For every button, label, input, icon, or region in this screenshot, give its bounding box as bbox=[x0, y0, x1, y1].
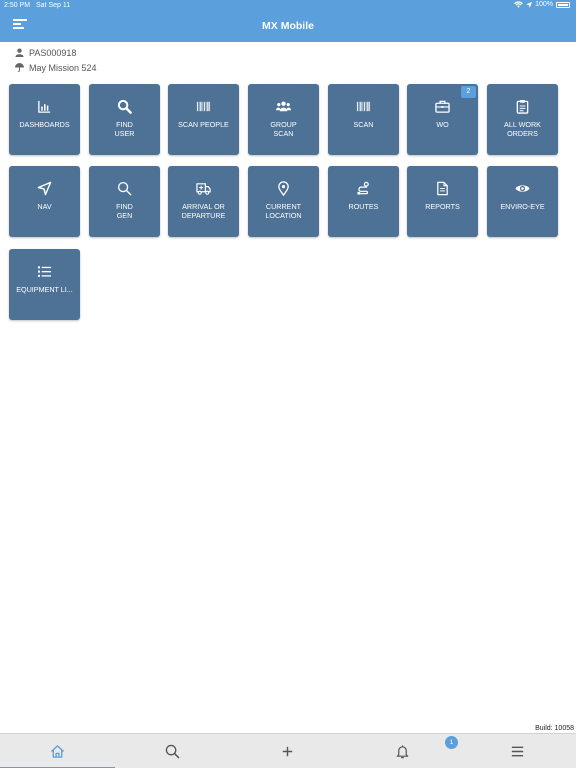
briefcase-icon bbox=[435, 100, 450, 113]
bell-icon bbox=[396, 745, 409, 759]
tile-enviro-eye[interactable]: ENVIRO-EYE bbox=[487, 166, 558, 237]
tab-home[interactable] bbox=[0, 734, 115, 768]
search-icon bbox=[117, 181, 132, 196]
tile-label: ENVIRO-EYE bbox=[500, 202, 545, 211]
user-id: PAS000918 bbox=[29, 47, 77, 58]
tile-find-user[interactable]: FIND USER bbox=[89, 84, 160, 155]
tab-notifications[interactable] bbox=[345, 734, 460, 768]
location-arrow-icon bbox=[526, 1, 533, 8]
tile-group-scan[interactable]: GROUP SCAN bbox=[248, 84, 319, 155]
tile-label: FIND USER bbox=[114, 120, 135, 138]
app-title: MX Mobile bbox=[262, 20, 314, 32]
tile-scan-people[interactable]: SCAN PEOPLE bbox=[168, 84, 239, 155]
status-indicators: 100% bbox=[514, 1, 570, 8]
clipboard-icon bbox=[516, 99, 529, 114]
tile-label: ALL WORK ORDERS bbox=[504, 120, 541, 138]
tile-reports[interactable]: REPORTS bbox=[407, 166, 478, 237]
tile-wo[interactable]: 2 WO bbox=[407, 84, 478, 155]
navigation-arrow-icon bbox=[37, 181, 52, 196]
tile-label: ROUTES bbox=[348, 202, 379, 211]
tile-label: REPORTS bbox=[425, 202, 460, 211]
tile-label: DASHBOARDS bbox=[19, 120, 70, 129]
group-icon bbox=[276, 101, 291, 112]
tile-arrival-or-departure[interactable]: ARRIVAL OR DEPARTURE bbox=[168, 166, 239, 237]
mission-row: May Mission 524 bbox=[15, 60, 97, 75]
tile-scan[interactable]: SCAN bbox=[328, 84, 399, 155]
mission-name: May Mission 524 bbox=[29, 62, 97, 73]
status-date: Sat Sep 11 bbox=[36, 2, 71, 9]
tile-nav[interactable]: NAV bbox=[9, 166, 80, 237]
user-info: PAS000918 May Mission 524 bbox=[15, 45, 97, 75]
user-id-row: PAS000918 bbox=[15, 45, 97, 60]
tab-search[interactable] bbox=[115, 734, 230, 768]
barcode-icon bbox=[356, 101, 371, 112]
app-header: 2:50 PM Sat Sep 11 100% MX Mobile bbox=[0, 0, 576, 42]
chart-icon bbox=[38, 100, 51, 113]
tile-label: EQUIPMENT LI... bbox=[16, 285, 73, 294]
build-number: Build: 10058 bbox=[535, 725, 574, 732]
tile-label: CURRENT LOCATION bbox=[265, 202, 302, 220]
tab-add[interactable] bbox=[230, 734, 345, 768]
battery-icon bbox=[556, 1, 570, 8]
tile-label: WO bbox=[436, 120, 449, 129]
tile-equipment-list[interactable]: EQUIPMENT LI... bbox=[9, 249, 80, 320]
tile-label: FIND GEN bbox=[116, 202, 133, 220]
tile-dashboards[interactable]: DASHBOARDS bbox=[9, 84, 80, 155]
tile-label: NAV bbox=[37, 202, 52, 211]
route-icon bbox=[357, 181, 369, 195]
tile-label: SCAN PEOPLE bbox=[178, 120, 229, 129]
tile-current-location[interactable]: CURRENT LOCATION bbox=[248, 166, 319, 237]
truck-icon bbox=[196, 183, 211, 195]
tile-label: ARRIVAL OR DEPARTURE bbox=[181, 202, 226, 220]
barcode-icon bbox=[196, 101, 211, 112]
tile-all-work-orders[interactable]: ALL WORK ORDERS bbox=[487, 84, 558, 155]
eye-icon bbox=[515, 185, 530, 192]
bottom-tab-bar bbox=[0, 733, 576, 768]
tab-menu[interactable] bbox=[460, 734, 575, 768]
tile-label: SCAN bbox=[353, 120, 374, 129]
map-pin-icon bbox=[278, 181, 289, 196]
document-icon bbox=[437, 181, 448, 196]
wo-count-badge: 2 bbox=[461, 86, 476, 98]
tile-find-gen[interactable]: FIND GEN bbox=[89, 166, 160, 237]
tile-label: GROUP SCAN bbox=[270, 120, 297, 138]
plus-icon bbox=[282, 746, 293, 757]
list-icon bbox=[37, 266, 52, 277]
wifi-icon bbox=[514, 1, 523, 8]
umbrella-icon bbox=[15, 63, 24, 72]
person-icon bbox=[15, 48, 24, 57]
hamburger-icon bbox=[511, 746, 524, 757]
tile-routes[interactable]: ROUTES bbox=[328, 166, 399, 237]
notification-count-badge: 1 bbox=[445, 736, 458, 749]
home-icon bbox=[50, 745, 65, 758]
search-icon bbox=[117, 99, 132, 114]
battery-percent: 100% bbox=[535, 1, 553, 8]
search-icon bbox=[165, 744, 180, 759]
status-time: 2:50 PM bbox=[4, 2, 31, 9]
